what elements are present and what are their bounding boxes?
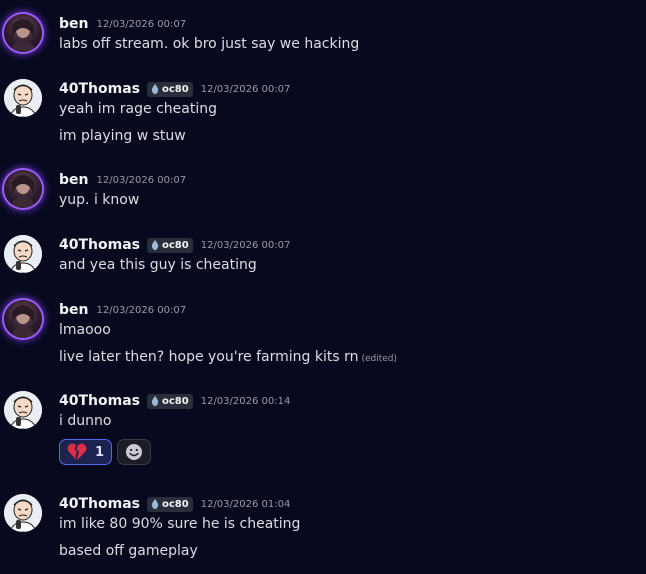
- guild-tag[interactable]: oc80: [147, 496, 193, 512]
- thomas-avatar-icon[interactable]: [4, 494, 42, 532]
- timestamp: 12/03/2026 00:07: [96, 18, 187, 30]
- message-text: based off gameplay: [59, 543, 198, 559]
- water-drop-icon: [151, 396, 159, 406]
- message-text: yup. i know: [59, 192, 140, 208]
- guild-tag-label: oc80: [162, 498, 189, 510]
- timestamp: 12/03/2026 00:07: [200, 83, 291, 95]
- message-text: live later then? hope you're farming kit…: [59, 349, 397, 365]
- message-text-content: live later then? hope you're farming kit…: [59, 349, 359, 365]
- guild-tag[interactable]: oc80: [147, 81, 193, 97]
- message-text: and yea this guy is cheating: [59, 257, 257, 273]
- username[interactable]: ben: [59, 302, 88, 318]
- water-drop-icon: [151, 499, 159, 509]
- water-drop-icon: [151, 84, 159, 94]
- thomas-avatar-icon[interactable]: [4, 79, 42, 117]
- username[interactable]: 40Thomas: [59, 393, 140, 409]
- chat-message-list: ben 12/03/2026 00:07 labs off stream. ok…: [0, 0, 646, 574]
- reaction-broken-heart[interactable]: 1: [59, 439, 113, 465]
- guild-tag-label: oc80: [162, 83, 189, 95]
- guild-tag[interactable]: oc80: [147, 237, 193, 253]
- timestamp: 12/03/2026 00:14: [200, 395, 291, 407]
- add-reaction-button[interactable]: [117, 439, 152, 465]
- guild-tag-label: oc80: [162, 395, 189, 407]
- reactions-bar: 1: [59, 439, 152, 465]
- username[interactable]: 40Thomas: [59, 237, 140, 253]
- message-text: im playing w stuw: [59, 128, 186, 144]
- thomas-avatar-icon[interactable]: [4, 235, 42, 273]
- edited-label: (edited): [361, 354, 398, 364]
- ben-avatar-icon[interactable]: [4, 14, 42, 52]
- message-text: yeah im rage cheating: [59, 101, 217, 117]
- broken-heart-icon: [67, 443, 87, 460]
- message-text: labs off stream. ok bro just say we hack…: [59, 36, 360, 52]
- message-text: im like 80 90% sure he is cheating: [59, 516, 301, 532]
- timestamp: 12/03/2026 01:04: [200, 498, 291, 510]
- guild-tag[interactable]: oc80: [147, 393, 193, 409]
- ben-avatar-icon[interactable]: [4, 300, 42, 338]
- timestamp: 12/03/2026 00:07: [200, 239, 291, 251]
- add-reaction-icon: [126, 444, 143, 460]
- username[interactable]: ben: [59, 172, 88, 188]
- username[interactable]: 40Thomas: [59, 81, 140, 97]
- guild-tag-label: oc80: [162, 239, 189, 251]
- username[interactable]: 40Thomas: [59, 496, 140, 512]
- username[interactable]: ben: [59, 16, 88, 32]
- thomas-avatar-icon[interactable]: [4, 391, 42, 429]
- ben-avatar-icon[interactable]: [4, 170, 42, 208]
- message-text: lmaooo: [59, 322, 111, 338]
- water-drop-icon: [151, 240, 159, 250]
- timestamp: 12/03/2026 00:07: [96, 174, 187, 186]
- reaction-count: 1: [95, 444, 105, 460]
- timestamp: 12/03/2026 00:07: [96, 304, 187, 316]
- message-text: i dunno: [59, 413, 112, 429]
